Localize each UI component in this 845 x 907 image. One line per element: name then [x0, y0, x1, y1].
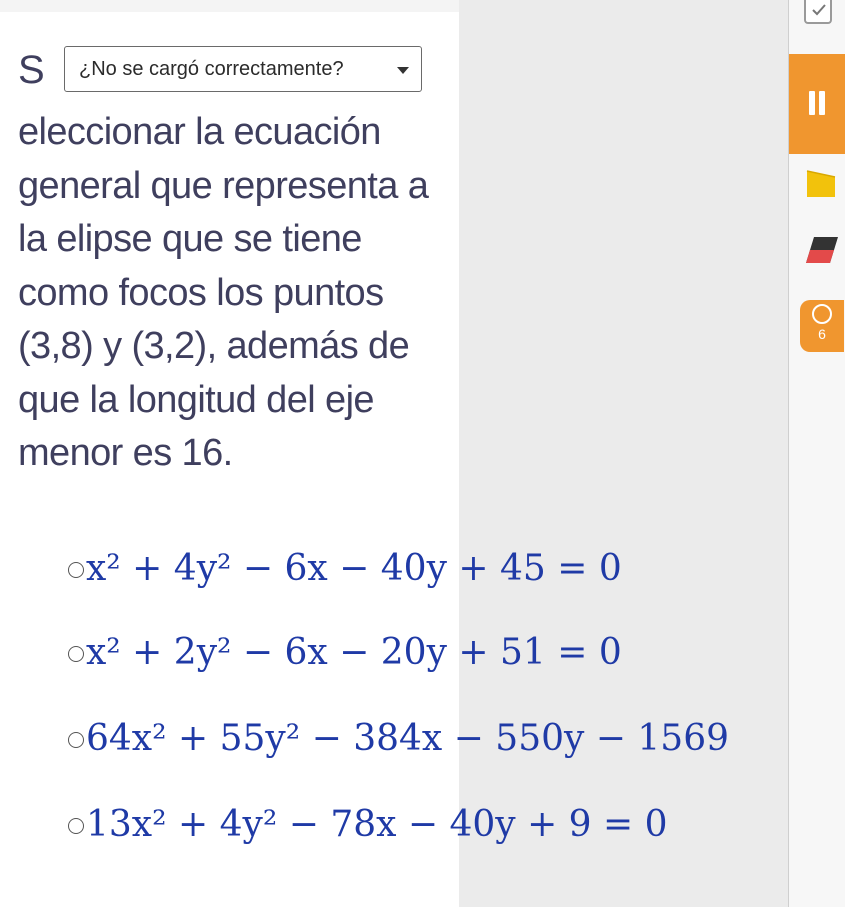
timer-badge[interactable]: 6 [800, 300, 844, 352]
highlighter-icon[interactable] [806, 168, 836, 200]
chevron-down-icon [397, 67, 409, 74]
option-equation: x² + 4y² − 6x − 40y + 45 = 0 [86, 548, 622, 589]
submit-check-button[interactable] [804, 0, 832, 24]
radio-button[interactable] [68, 646, 84, 662]
timer-icon [812, 304, 832, 324]
option-equation: 64x² + 55y² − 384x − 550y − 1569 [86, 718, 730, 759]
dropdown-label: ¿No se cargó correctamente? [79, 58, 344, 80]
load-issue-dropdown[interactable]: ¿No se cargó correctamente? [64, 46, 422, 92]
question-lead-letter: S [18, 48, 45, 92]
pause-button[interactable] [789, 54, 845, 154]
eraser-icon[interactable] [804, 234, 840, 266]
radio-button[interactable] [68, 562, 84, 578]
badge-count: 6 [818, 326, 826, 342]
radio-button[interactable] [68, 818, 84, 834]
option-equation: x² + 2y² − 6x − 20y + 51 = 0 [86, 632, 622, 673]
check-icon [812, 4, 826, 16]
question-text: eleccionar la ecuación general que repre… [18, 111, 429, 474]
radio-button[interactable] [68, 732, 84, 748]
option-equation: 13x² + 4y² − 78x − 40y + 9 = 0 [86, 804, 668, 845]
